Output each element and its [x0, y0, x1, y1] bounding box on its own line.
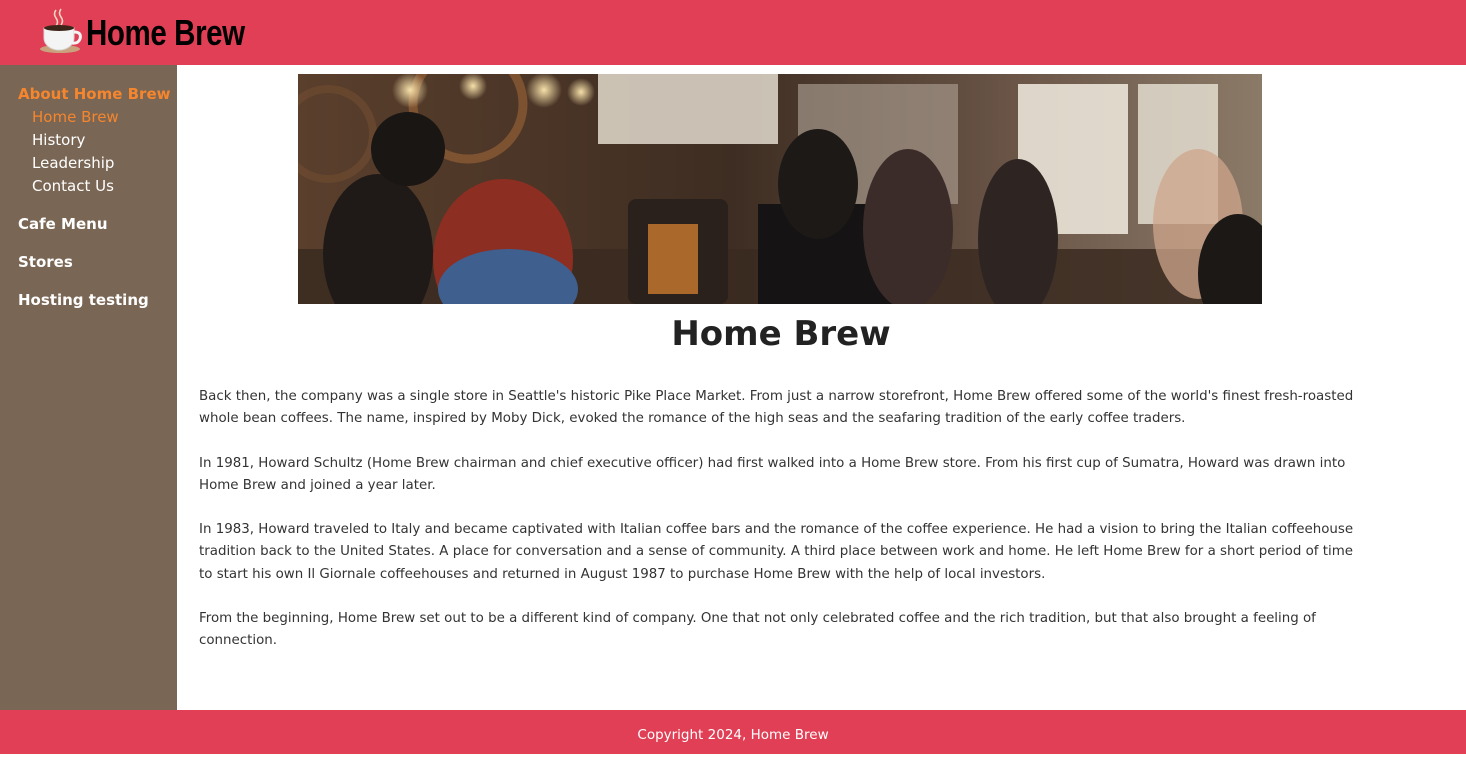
hero-image — [298, 74, 1262, 304]
copyright-text: Copyright 2024, Home Brew — [637, 727, 829, 743]
nav-item-leadership[interactable]: Leadership — [32, 154, 114, 172]
site-header: Home Brew — [0, 0, 1466, 65]
nav-item-home-brew[interactable]: Home Brew — [32, 108, 119, 126]
nav-stores[interactable]: Stores — [18, 253, 73, 271]
mission-paragraph: From the beginning, Home Brew set out to… — [199, 611, 1316, 649]
history-paragraph-1983: In 1983, Howard traveled to Italy and be… — [199, 522, 1354, 582]
sidebar-nav: About Home Brew Home Brew History Leader… — [0, 65, 177, 710]
history-paragraph-1981: In 1981, Howard Schultz (Home Brew chair… — [199, 456, 1346, 494]
site-footer: Copyright 2024, Home Brew — [0, 710, 1466, 754]
coffee-cup-icon[interactable] — [36, 6, 86, 56]
nav-hosting-testing[interactable]: Hosting testing — [18, 291, 149, 309]
page-title: Home Brew — [671, 314, 891, 354]
brand-title[interactable]: Home Brew — [86, 12, 245, 54]
nav-about-home-brew[interactable]: About Home Brew — [18, 85, 170, 103]
cafe-photo — [298, 74, 1262, 304]
intro-paragraph: Back then, the company was a single stor… — [199, 389, 1354, 427]
nav-cafe-menu[interactable]: Cafe Menu — [18, 215, 108, 233]
nav-item-contact-us[interactable]: Contact Us — [32, 177, 114, 195]
nav-item-history[interactable]: History — [32, 131, 85, 149]
